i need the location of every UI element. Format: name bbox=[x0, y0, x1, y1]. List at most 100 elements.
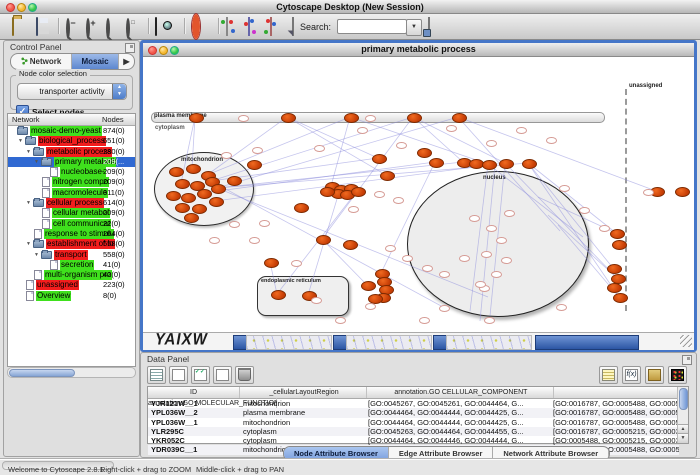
notes-button[interactable] bbox=[599, 366, 618, 384]
network-node[interactable] bbox=[613, 293, 628, 303]
tab-mosaic[interactable]: Mosaic bbox=[72, 54, 119, 69]
network-node-small[interactable] bbox=[556, 304, 567, 311]
tree-row-unassigned[interactable]: unassigned223(0) bbox=[8, 280, 135, 290]
network-node-small[interactable] bbox=[475, 281, 486, 288]
network-node[interactable] bbox=[271, 290, 286, 300]
network-node-small[interactable] bbox=[291, 260, 302, 267]
expand-arrow-icon[interactable]: ▼ bbox=[18, 136, 25, 146]
background-window-thumb[interactable] bbox=[346, 335, 432, 350]
network-node[interactable] bbox=[351, 187, 366, 197]
network-node[interactable] bbox=[452, 113, 467, 123]
network-node[interactable] bbox=[281, 113, 296, 123]
zoom-in-button[interactable]: + bbox=[86, 20, 90, 38]
network-node-small[interactable] bbox=[229, 221, 240, 228]
open-session-button[interactable] bbox=[12, 18, 14, 36]
col-cellular-layout-region[interactable]: _cellularLayoutRegion bbox=[242, 387, 367, 398]
expand-arrow-icon[interactable]: ▼ bbox=[26, 147, 33, 157]
table-vscrollbar[interactable]: ▲ ▼ bbox=[677, 387, 688, 443]
network-node-small[interactable] bbox=[419, 317, 430, 324]
network-node-small[interactable] bbox=[459, 255, 470, 262]
vizmapper-button[interactable] bbox=[248, 18, 250, 36]
tab-overflow-button[interactable]: ▶ bbox=[119, 54, 134, 69]
network-node-small[interactable] bbox=[491, 271, 502, 278]
network-node-small[interactable] bbox=[365, 303, 376, 310]
network-node[interactable] bbox=[166, 191, 181, 201]
tree-col-nodes[interactable]: Nodes bbox=[102, 115, 124, 124]
create-attribute-button[interactable] bbox=[169, 366, 188, 384]
tree-hscrollbar[interactable] bbox=[7, 367, 136, 378]
network-node[interactable] bbox=[380, 171, 395, 181]
network-node[interactable] bbox=[294, 203, 309, 213]
background-window-thumb[interactable] bbox=[246, 335, 332, 350]
network-node-small[interactable] bbox=[486, 225, 497, 232]
network-node[interactable] bbox=[181, 193, 196, 203]
network-window-titlebar[interactable]: primary metabolic process bbox=[143, 43, 694, 57]
network-node[interactable] bbox=[209, 197, 224, 207]
network-node[interactable] bbox=[264, 258, 279, 268]
network-node-small[interactable] bbox=[311, 297, 322, 304]
network-node-small[interactable] bbox=[374, 191, 385, 198]
browser-button[interactable] bbox=[292, 18, 294, 36]
background-window-edge[interactable] bbox=[233, 335, 247, 350]
network-node[interactable] bbox=[189, 113, 204, 123]
network-node[interactable] bbox=[247, 160, 262, 170]
network-node-small[interactable] bbox=[599, 225, 610, 232]
network-node-small[interactable] bbox=[221, 152, 232, 159]
scroll-thumb[interactable] bbox=[9, 369, 75, 377]
expand-arrow-icon[interactable]: ▼ bbox=[26, 239, 33, 249]
scroll-thumb[interactable] bbox=[679, 388, 688, 410]
network-node[interactable] bbox=[429, 158, 444, 168]
network-node[interactable] bbox=[607, 264, 622, 274]
tree-row-overview[interactable]: Overview8(0) bbox=[8, 291, 135, 301]
tab-network[interactable]: Network bbox=[11, 54, 72, 69]
network-node[interactable] bbox=[610, 229, 625, 239]
network-node-small[interactable] bbox=[481, 251, 492, 258]
network-node-small[interactable] bbox=[396, 142, 407, 149]
attribute-select-button[interactable] bbox=[147, 366, 166, 384]
network-node-small[interactable] bbox=[259, 220, 270, 227]
tree-col-network[interactable]: Network bbox=[12, 115, 40, 124]
layout-button[interactable] bbox=[270, 18, 272, 36]
network-node-small[interactable] bbox=[484, 317, 495, 324]
network-node-small[interactable] bbox=[496, 237, 507, 244]
background-window-thumb[interactable] bbox=[446, 335, 532, 350]
scroll-down-icon[interactable]: ▼ bbox=[678, 433, 688, 443]
network-node[interactable] bbox=[417, 148, 432, 158]
matrix-view-button[interactable] bbox=[668, 366, 687, 384]
network-node-small[interactable] bbox=[385, 245, 396, 252]
network-node-small[interactable] bbox=[357, 127, 368, 134]
network-node-small[interactable] bbox=[365, 115, 376, 122]
network-node-small[interactable] bbox=[422, 265, 433, 272]
network-node[interactable] bbox=[186, 164, 201, 174]
tree-row-nucleobase-[interactable]: nucleobase-209(0) bbox=[8, 167, 135, 177]
network-node[interactable] bbox=[169, 167, 184, 177]
network-node[interactable] bbox=[227, 176, 242, 186]
birdseye-button[interactable] bbox=[226, 18, 228, 36]
network-node-small[interactable] bbox=[643, 189, 654, 196]
network-node-small[interactable] bbox=[486, 140, 497, 147]
network-node-small[interactable] bbox=[579, 207, 590, 214]
network-node[interactable] bbox=[522, 159, 537, 169]
tree-row-establishment-of-lo[interactable]: ▼establishment of lo558(0) bbox=[8, 239, 135, 249]
search-dropdown-icon[interactable]: ▼ bbox=[406, 19, 422, 36]
tree-row-nitrogen-compo[interactable]: nitrogen compo209(0) bbox=[8, 177, 135, 187]
zoom-selected-button[interactable] bbox=[106, 20, 110, 38]
network-node-small[interactable] bbox=[209, 237, 220, 244]
tree-row-primary-metabolic-process[interactable]: ▼primary metabolic process209(... bbox=[8, 157, 135, 167]
tree-row-secretion[interactable]: secretion41(0) bbox=[8, 260, 135, 270]
network-node[interactable] bbox=[211, 184, 226, 194]
network-node[interactable] bbox=[361, 281, 376, 291]
tree-row-transport[interactable]: ▼transport558(0) bbox=[8, 250, 135, 260]
expand-arrow-icon[interactable]: ▼ bbox=[26, 198, 33, 208]
network-node[interactable] bbox=[607, 283, 622, 293]
network-node-small[interactable] bbox=[252, 147, 263, 154]
network-node[interactable] bbox=[407, 113, 422, 123]
network-node-small[interactable] bbox=[249, 237, 260, 244]
network-node[interactable] bbox=[372, 154, 387, 164]
advanced-search-button[interactable] bbox=[428, 18, 430, 36]
expand-arrow-icon[interactable]: ▼ bbox=[34, 250, 41, 260]
background-window-edge[interactable] bbox=[433, 335, 447, 350]
network-node[interactable] bbox=[675, 187, 690, 197]
network-node-small[interactable] bbox=[469, 215, 480, 222]
float-panel-icon[interactable] bbox=[125, 43, 135, 53]
